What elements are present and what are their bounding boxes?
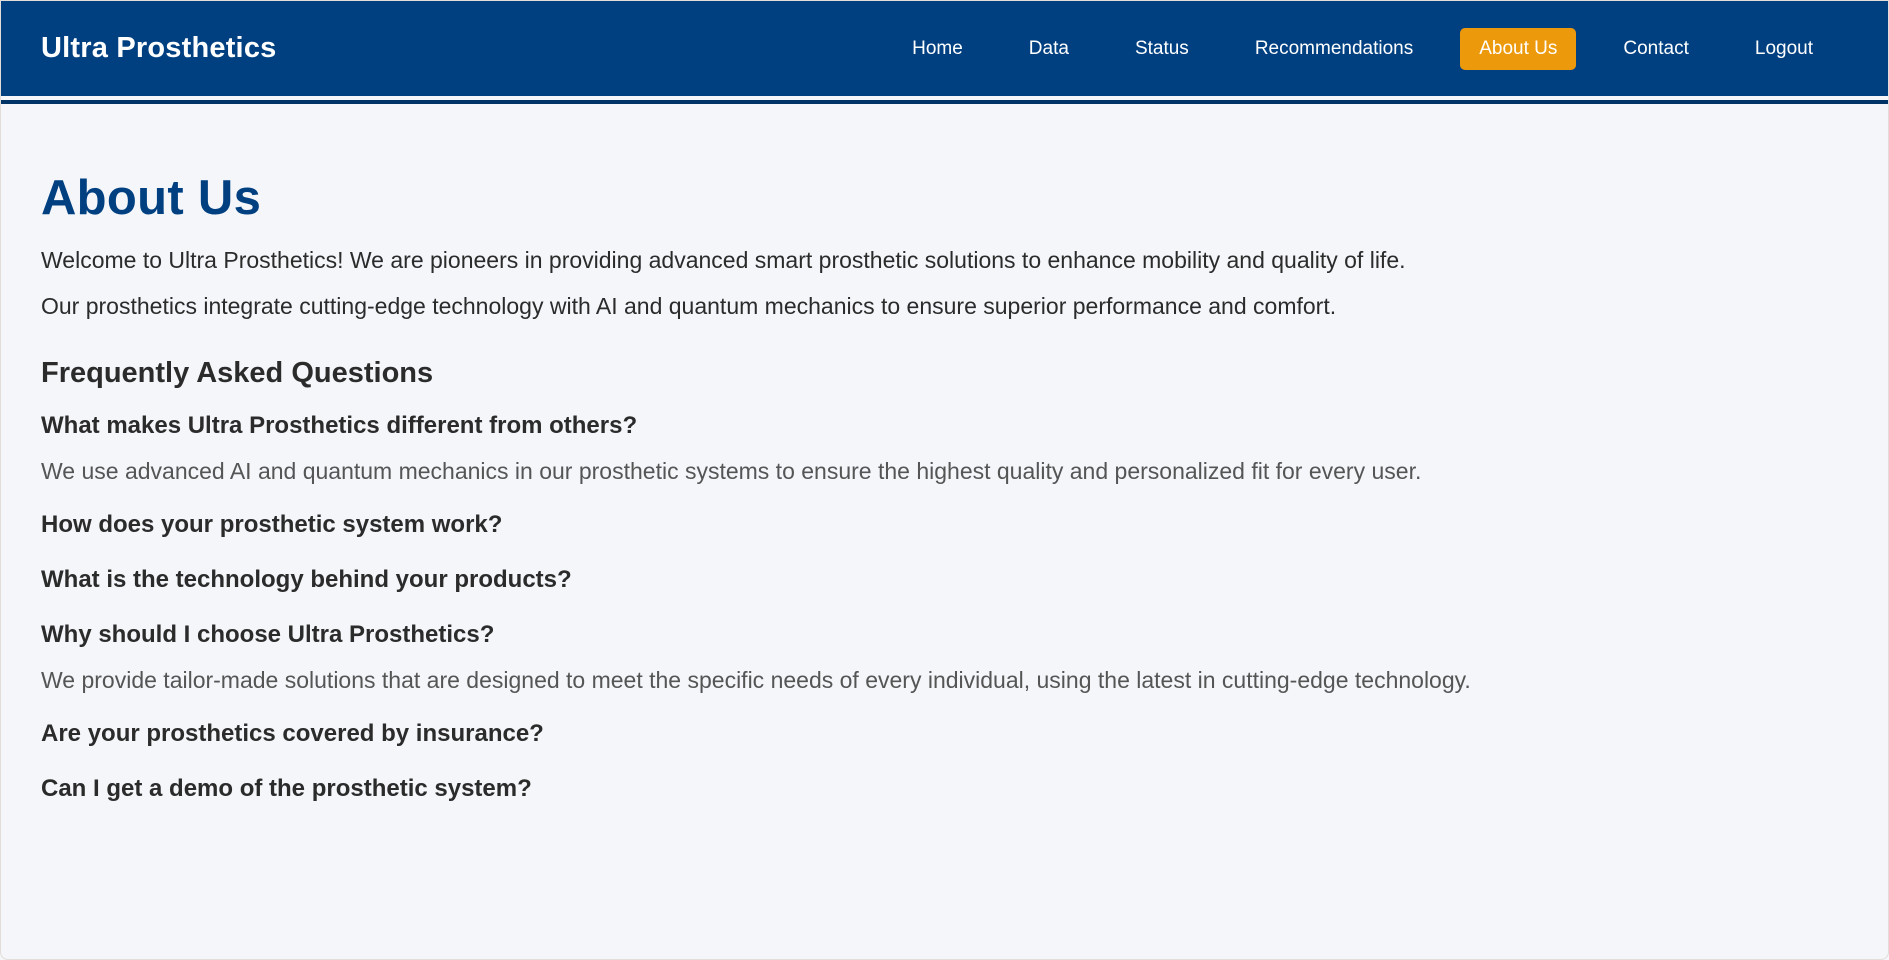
faq-item: What is the technology behind your produ… [41, 566, 1848, 594]
faq-heading: Frequently Asked Questions [41, 357, 434, 389]
top-navbar: Ultra Prosthetics Home Data Status Recom… [1, 1, 1888, 104]
nav-recommendations[interactable]: Recommendations [1236, 28, 1432, 70]
faq-answer: We use advanced AI and quantum mechanics… [41, 458, 1422, 484]
page-title: About Us [41, 171, 262, 225]
faq-answer: We provide tailor-made solutions that ar… [41, 667, 1471, 693]
brand-logo-text[interactable]: Ultra Prosthetics [41, 32, 276, 65]
nav-contact[interactable]: Contact [1604, 28, 1707, 70]
main-nav: Home Data Status Recommendations About U… [893, 27, 1832, 70]
faq-item: Are your prosthetics covered by insuranc… [41, 720, 1848, 748]
faq-question[interactable]: What is the technology behind your produ… [41, 566, 1848, 594]
faq-question[interactable]: Why should I choose Ultra Prosthetics? [41, 621, 1848, 649]
nav-home[interactable]: Home [893, 28, 982, 70]
faq-item: How does your prosthetic system work? [41, 511, 1848, 539]
intro-paragraph-2: Our prosthetics integrate cutting-edge t… [41, 293, 1337, 319]
faq-question[interactable]: How does your prosthetic system work? [41, 511, 1848, 539]
faq-item: What makes Ultra Prosthetics different f… [41, 412, 1848, 484]
nav-status[interactable]: Status [1116, 28, 1208, 70]
faq-item: Can I get a demo of the prosthetic syste… [41, 775, 1848, 803]
main-content: About Us Welcome to Ultra Prosthetics! W… [1, 96, 1888, 803]
faq-item: Why should I choose Ultra Prosthetics? W… [41, 621, 1848, 693]
faq-question[interactable]: What makes Ultra Prosthetics different f… [41, 412, 1848, 440]
page: Ultra Prosthetics Home Data Status Recom… [0, 0, 1889, 960]
faq-question[interactable]: Are your prosthetics covered by insuranc… [41, 720, 1848, 748]
nav-data[interactable]: Data [1010, 28, 1088, 70]
nav-about-us[interactable]: About Us [1460, 27, 1577, 70]
intro-paragraph-1: Welcome to Ultra Prosthetics! We are pio… [41, 247, 1406, 273]
faq-question[interactable]: Can I get a demo of the prosthetic syste… [41, 775, 1848, 803]
nav-logout[interactable]: Logout [1736, 28, 1832, 70]
faq-list: What makes Ultra Prosthetics different f… [41, 412, 1848, 803]
